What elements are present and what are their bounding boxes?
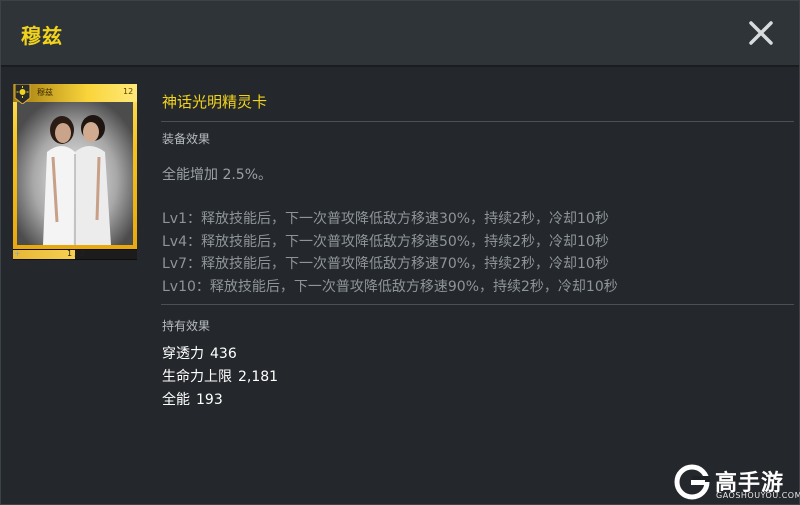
- stat-row: 穿透力 436: [162, 343, 278, 366]
- window-title: 穆兹: [21, 24, 63, 48]
- hold-stats-list: 穿透力 436 生命力上限 2,181 全能 193: [162, 343, 278, 412]
- title-bar: 穆兹: [1, 1, 799, 67]
- stat-row: 全能 193: [162, 389, 278, 412]
- brand-logo-icon: [674, 464, 710, 500]
- plus-icon: +: [14, 249, 21, 258]
- stat-value: 193: [196, 392, 223, 408]
- level-effects-list: Lv1：释放技能后，下一次普攻降低敌方移速30%，持续2秒，冷却10秒 Lv4：…: [162, 208, 618, 298]
- stat-name: 生命力上限: [162, 369, 232, 385]
- card-title: 神话光明精灵卡: [162, 93, 268, 111]
- card-header-strip: 穆兹 12: [13, 84, 137, 104]
- divider: [161, 121, 794, 122]
- twin-figures-illustration: [17, 102, 133, 245]
- equip-effect-label: 装备效果: [162, 132, 211, 146]
- close-icon: [749, 21, 773, 45]
- card-progress-fill: [13, 250, 75, 259]
- level-effect-line: Lv7：释放技能后，下一次普攻降低敌方移速70%，持续2秒，冷却10秒: [162, 256, 609, 272]
- equip-effect-text: 全能增加 2.5%。: [162, 167, 273, 183]
- card-detail-window: 穆兹 穆兹 12 + 1 / 2 神话光明精灵卡 装备效果 全能增加 2.5%。…: [0, 0, 800, 505]
- card-number: 12: [123, 87, 134, 96]
- watermark-site: GAOSHOUYOU.COM: [716, 491, 800, 500]
- card-frame: 穆兹 12: [13, 84, 137, 249]
- card-name-tag: 穆兹: [37, 88, 53, 97]
- level-effect-line: Lv1：释放技能后，下一次普攻降低敌方移速30%，持续2秒，冷却10秒: [162, 211, 609, 227]
- level-effect-line: Lv4：释放技能后，下一次普攻降低敌方移速50%，持续2秒，冷却10秒: [162, 233, 609, 250]
- hold-effect-label: 持有效果: [162, 319, 211, 333]
- close-button[interactable]: [743, 15, 779, 51]
- level-effect-line: Lv10：释放技能后，下一次普攻降低敌方移速90%，持续2秒，冷却10秒: [162, 278, 618, 295]
- card-progress-bar: + 1 / 2: [13, 249, 137, 259]
- stat-name: 全能: [162, 392, 190, 408]
- watermark-logo: 高手游 GAOSHOUYOU.COM: [673, 463, 800, 503]
- card-artwork: [17, 102, 133, 245]
- stat-value: 436: [210, 346, 237, 362]
- stat-name: 穿透力: [162, 346, 204, 362]
- stat-row: 生命力上限 2,181: [162, 366, 278, 389]
- crest-icon: [14, 84, 31, 104]
- card-thumbnail: 穆兹 12 + 1 / 2: [13, 84, 137, 260]
- divider: [161, 304, 794, 305]
- stat-value: 2,181: [238, 369, 279, 385]
- card-progress-text: 1 / 2: [67, 249, 85, 258]
